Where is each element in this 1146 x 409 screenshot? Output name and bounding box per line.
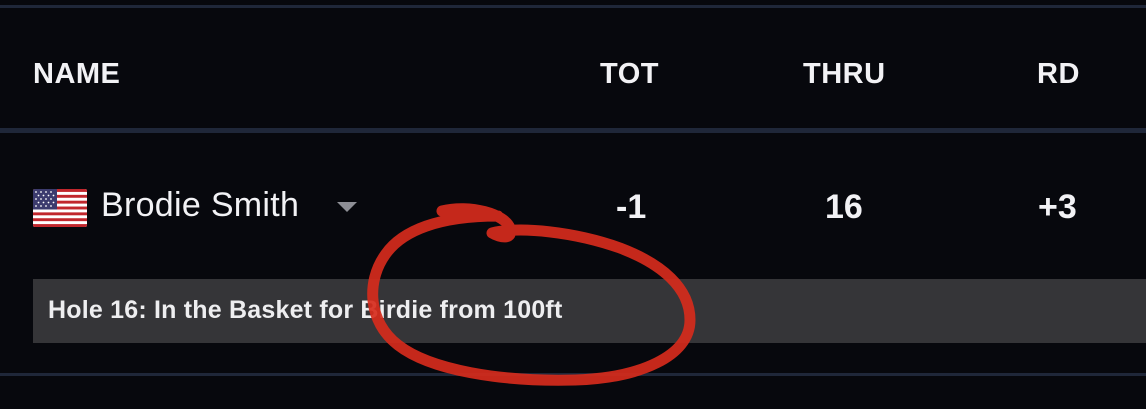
bottom-divider bbox=[0, 373, 1146, 376]
shot-update-text: Hole 16: In the Basket for Birdie from 1… bbox=[48, 296, 563, 324]
leaderboard-panel: NAME TOT THRU RD Brodie Smith -1 16 +3 H… bbox=[0, 0, 1146, 409]
header-name[interactable]: NAME bbox=[33, 58, 120, 91]
header-tot[interactable]: TOT bbox=[600, 58, 659, 91]
player-round-score: +3 bbox=[1038, 188, 1077, 226]
player-name[interactable]: Brodie Smith bbox=[101, 186, 299, 225]
top-divider bbox=[0, 5, 1146, 8]
us-flag-icon bbox=[33, 189, 87, 227]
player-thru: 16 bbox=[825, 188, 863, 226]
chevron-down-icon[interactable] bbox=[337, 202, 357, 212]
shot-update-banner[interactable]: Hole 16: In the Basket for Birdie from 1… bbox=[33, 279, 1146, 343]
header-rd[interactable]: RD bbox=[1037, 58, 1080, 91]
player-total-score: -1 bbox=[616, 188, 647, 226]
header-divider bbox=[0, 128, 1146, 133]
header-thru[interactable]: THRU bbox=[803, 58, 886, 91]
